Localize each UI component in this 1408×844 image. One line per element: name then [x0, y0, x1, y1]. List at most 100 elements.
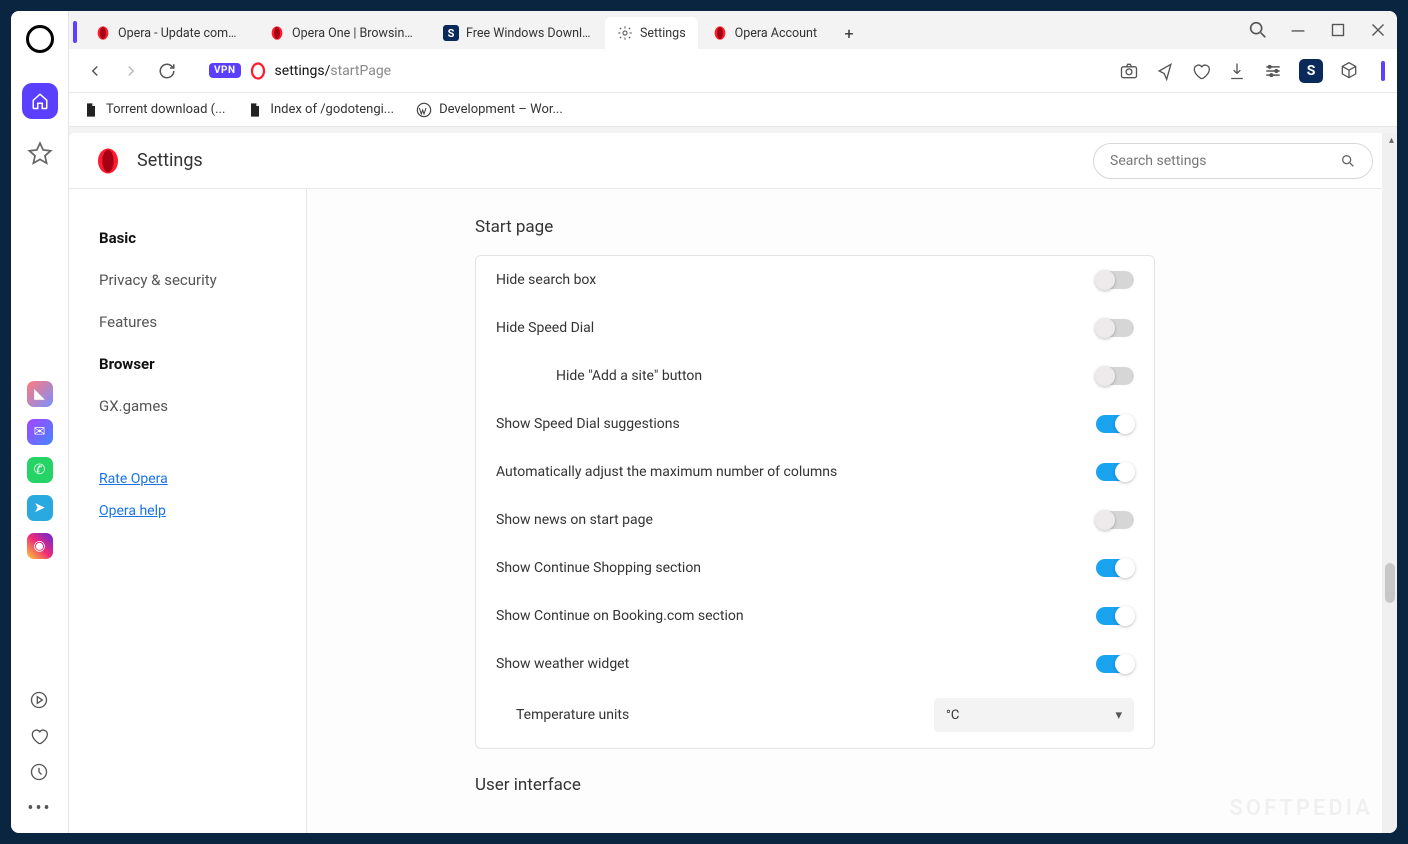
temperature-units-label: Temperature units — [516, 707, 914, 723]
left-sidebar-rail: ◣ ✉ ✆ ➤ ◉ ••• — [11, 11, 69, 833]
page-scrollbar[interactable]: ▴ — [1382, 133, 1397, 833]
setting-row-2: Hide "Add a site" button — [476, 352, 1154, 400]
nav-link-1[interactable]: Opera help — [99, 495, 306, 527]
settings-page: Settings Search settings BasicPrivacy & … — [69, 133, 1397, 833]
bookmark-1[interactable]: Index of /godotengi... — [247, 102, 394, 118]
toggle-2[interactable] — [1096, 367, 1134, 385]
nav-item-privacy-security[interactable]: Privacy & security — [99, 259, 306, 301]
toggle-3[interactable] — [1096, 415, 1134, 433]
close-button[interactable] — [1367, 19, 1389, 41]
bookmark-2[interactable]: Development – Wor... — [416, 102, 563, 118]
toggle-4[interactable] — [1096, 463, 1134, 481]
new-tab-button[interactable]: + — [837, 21, 861, 45]
search-tabs-icon[interactable] — [1247, 19, 1269, 41]
scroll-up-arrow[interactable]: ▴ — [1389, 135, 1394, 146]
toggle-0[interactable] — [1096, 271, 1134, 289]
easy-setup-icon[interactable] — [1263, 61, 1283, 81]
softpedia-extension-icon[interactable]: S — [1299, 59, 1323, 83]
maximize-button[interactable] — [1327, 19, 1349, 41]
search-placeholder: Search settings — [1110, 153, 1207, 169]
tab-2[interactable]: SFree Windows Downloads — [431, 17, 603, 49]
heart-icon[interactable] — [29, 726, 49, 746]
rail-app-telegram[interactable]: ➤ — [27, 495, 53, 521]
tab-3[interactable]: Settings — [605, 17, 698, 49]
tab-0[interactable]: Opera - Update complete! — [83, 17, 255, 49]
page-title: Settings — [137, 150, 203, 171]
tab-1[interactable]: Opera One | Browsing rein — [257, 17, 429, 49]
minimize-button[interactable] — [1287, 19, 1309, 41]
nav-item-basic[interactable]: Basic — [99, 217, 306, 259]
snapshot-icon[interactable] — [1119, 61, 1139, 81]
url-host: settings/ — [275, 63, 331, 79]
settings-header: Settings Search settings — [69, 133, 1397, 189]
settings-nav: BasicPrivacy & securityFeaturesBrowserGX… — [69, 189, 307, 833]
downloads-icon[interactable] — [1227, 61, 1247, 81]
setting-row-7: Show Continue on Booking.com section — [476, 592, 1154, 640]
rail-app-messenger[interactable]: ✉ — [27, 419, 53, 445]
send-icon[interactable] — [1155, 61, 1175, 81]
setting-label: Hide search box — [496, 272, 1096, 288]
setting-label: Show news on start page — [496, 512, 1096, 528]
speed-dial-icon[interactable] — [27, 141, 53, 167]
temperature-units-row: Temperature units °C ▾ — [476, 688, 1154, 748]
search-settings-input[interactable]: Search settings — [1093, 143, 1373, 179]
tab-label: Opera - Update complete! — [118, 26, 243, 41]
toggle-7[interactable] — [1096, 607, 1134, 625]
browser-window: ◣✉✆➤◉ ••• Opera - Update complete!Opera … — [11, 11, 1397, 833]
toggle-8[interactable] — [1096, 655, 1134, 673]
extensions-cube-icon[interactable] — [1339, 61, 1359, 81]
workspace-indicator — [73, 21, 77, 43]
vpn-badge[interactable]: VPN — [209, 63, 241, 78]
player-icon[interactable] — [29, 690, 49, 710]
tab-4[interactable]: Opera Account — [700, 17, 829, 49]
bookmark-label: Development – Wor... — [439, 102, 563, 117]
rail-app-whatsapp[interactable]: ✆ — [27, 457, 53, 483]
back-button[interactable] — [81, 57, 109, 85]
pinboard-heart-icon[interactable] — [1191, 61, 1211, 81]
tab-label: Settings — [640, 26, 686, 41]
sidebar-toggle-indicator[interactable] — [1381, 61, 1385, 81]
setting-row-8: Show weather widget — [476, 640, 1154, 688]
address-bar-actions: S — [1119, 59, 1385, 83]
toggle-6[interactable] — [1096, 559, 1134, 577]
rail-app-launcher[interactable]: ◣ — [27, 381, 53, 407]
setting-row-4: Automatically adjust the maximum number … — [476, 448, 1154, 496]
nav-item-features[interactable]: Features — [99, 301, 306, 343]
tab-label: Opera Account — [735, 26, 817, 41]
toggle-5[interactable] — [1096, 511, 1134, 529]
rail-bottom-group: ••• — [27, 690, 51, 833]
main-area: Opera - Update complete! Opera One | Brow… — [69, 11, 1397, 833]
nav-item-browser[interactable]: Browser — [99, 343, 306, 385]
rail-app-instagram[interactable]: ◉ — [27, 533, 53, 559]
forward-button[interactable] — [117, 57, 145, 85]
temperature-units-select[interactable]: °C ▾ — [934, 698, 1134, 732]
setting-label: Hide "Add a site" button — [556, 368, 1096, 384]
url-field[interactable]: settings/startPage — [275, 63, 1111, 79]
more-icon[interactable]: ••• — [27, 798, 51, 819]
nav-link-0[interactable]: Rate Opera — [99, 463, 306, 495]
opera-icon — [93, 146, 123, 176]
chevron-down-icon: ▾ — [1115, 708, 1122, 723]
url-path: startPage — [330, 63, 391, 79]
section-title-ui: User interface — [475, 775, 1397, 795]
setting-row-1: Hide Speed Dial — [476, 304, 1154, 352]
nav-item-gx-games[interactable]: GX.games — [99, 385, 306, 427]
setting-label: Hide Speed Dial — [496, 320, 1096, 336]
toggle-1[interactable] — [1096, 319, 1134, 337]
setting-row-5: Show news on start page — [476, 496, 1154, 544]
setting-row-0: Hide search box — [476, 256, 1154, 304]
bookmark-label: Torrent download (... — [106, 102, 225, 117]
setting-row-3: Show Speed Dial suggestions — [476, 400, 1154, 448]
setting-row-6: Show Continue Shopping section — [476, 544, 1154, 592]
settings-help-links: Rate OperaOpera help — [99, 463, 306, 527]
settings-content: Start page Hide search boxHide Speed Dia… — [307, 189, 1397, 833]
bookmark-0[interactable]: Torrent download (... — [83, 102, 225, 118]
address-bar: VPN settings/startPage S — [69, 49, 1397, 93]
history-icon[interactable] — [29, 762, 49, 782]
home-button[interactable] — [22, 83, 58, 119]
bookmark-icon — [247, 102, 263, 118]
settings-body: BasicPrivacy & securityFeaturesBrowserGX… — [69, 189, 1397, 833]
reload-button[interactable] — [153, 57, 181, 85]
temperature-units-value: °C — [946, 708, 959, 723]
scroll-thumb[interactable] — [1385, 563, 1395, 603]
